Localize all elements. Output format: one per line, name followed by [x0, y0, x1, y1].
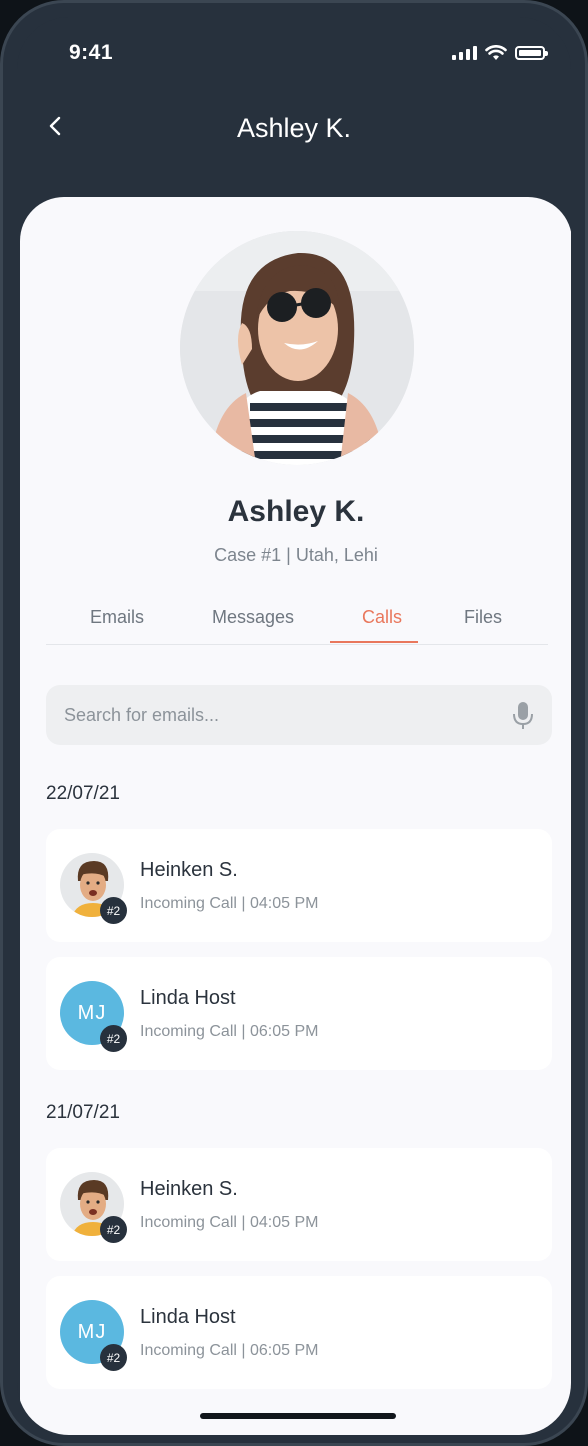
tab-bar: Emails Messages Calls Files [46, 601, 548, 645]
call-item[interactable]: #2 Heinken S. Incoming Call | 04:05 PM [46, 1148, 552, 1261]
screen: 9:41 Ashley K. Ashley K. Case #1 | Utah,… [17, 17, 571, 1435]
status-bar: 9:41 [17, 17, 571, 87]
cellular-signal-icon [452, 46, 477, 60]
case-badge: #2 [100, 1344, 127, 1371]
call-item[interactable]: #2 Heinken S. Incoming Call | 04:05 PM [46, 829, 552, 942]
call-detail: Incoming Call | 04:05 PM [140, 895, 319, 912]
active-tab-indicator [330, 641, 418, 643]
search-bar [46, 685, 552, 745]
microphone-icon[interactable] [512, 701, 534, 731]
profile-name: Ashley K. [227, 495, 365, 528]
caller-name: Heinken S. [140, 1178, 238, 1200]
tab-messages[interactable]: Messages [212, 607, 294, 628]
profile-subtitle: Case #1 | Utah, Lehi [214, 545, 378, 565]
case-badge: #2 [100, 897, 127, 924]
battery-icon [515, 46, 548, 60]
case-badge: #2 [100, 1025, 127, 1052]
caller-name: Linda Host [140, 987, 236, 1009]
phone-frame: 9:41 Ashley K. Ashley K. Case #1 | Utah,… [0, 0, 588, 1446]
tab-calls[interactable]: Calls [362, 607, 402, 628]
call-detail: Incoming Call | 06:05 PM [140, 1342, 319, 1359]
call-detail: Incoming Call | 06:05 PM [140, 1023, 319, 1040]
home-indicator[interactable] [200, 1413, 396, 1419]
wifi-icon [485, 45, 507, 60]
call-item[interactable]: MJ #2 Linda Host Incoming Call | 06:05 P… [46, 957, 552, 1070]
call-detail: Incoming Call | 04:05 PM [140, 1214, 319, 1231]
tab-emails[interactable]: Emails [90, 607, 144, 628]
status-icons [452, 45, 548, 61]
profile-photo [180, 231, 414, 465]
caller-name: Heinken S. [140, 859, 238, 881]
date-header: 21/07/21 [46, 1102, 120, 1123]
call-item[interactable]: MJ #2 Linda Host Incoming Call | 06:05 P… [46, 1276, 552, 1389]
status-time: 9:41 [69, 41, 114, 64]
caller-name: Linda Host [140, 1306, 236, 1328]
search-input[interactable] [64, 685, 494, 745]
tab-files[interactable]: Files [464, 607, 502, 628]
content-sheet: Ashley K. Case #1 | Utah, Lehi Emails Me… [20, 197, 571, 1435]
nav-bar: Ashley K. [17, 99, 571, 159]
case-badge: #2 [100, 1216, 127, 1243]
page-title: Ashley K. [236, 113, 352, 143]
date-header: 22/07/21 [46, 783, 120, 804]
